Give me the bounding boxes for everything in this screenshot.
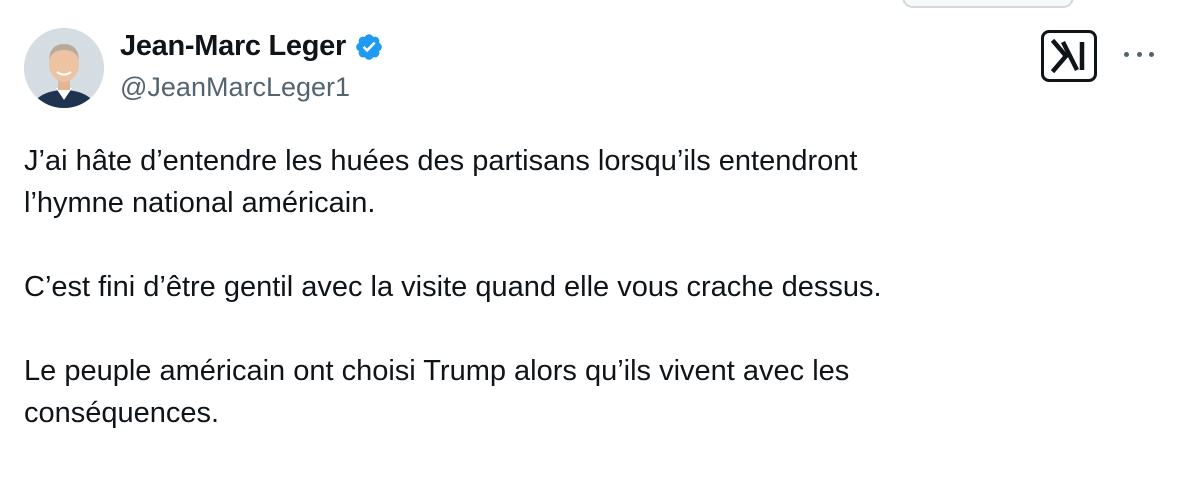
more-dot — [1136, 51, 1142, 57]
author-handle[interactable]: @JeanMarcLeger1 — [120, 72, 350, 103]
tweet-paragraph-3: Le peuple américain ont choisi Trump alo… — [24, 355, 850, 429]
top-partial-button[interactable] — [902, 0, 1074, 8]
more-dot — [1124, 51, 1129, 57]
more-options-icon[interactable] — [1124, 44, 1154, 64]
tweet-paragraph-1: J’ai hâte d’entendre les huées des parti… — [24, 145, 858, 219]
tweet-paragraph-2: C’est fini d’être gentil avec la visite … — [24, 271, 882, 303]
tweet-card: Jean-Marc Leger @JeanMarcLeger1 J’ai hât… — [0, 0, 1178, 492]
author-name-row[interactable]: Jean-Marc Leger — [120, 30, 384, 63]
avatar[interactable] — [24, 28, 104, 108]
more-dot — [1149, 51, 1154, 57]
verified-badge-icon[interactable] — [354, 32, 384, 62]
x-logo-icon[interactable] — [1041, 30, 1097, 82]
author-display-name[interactable]: Jean-Marc Leger — [120, 30, 346, 63]
tweet-text: J’ai hâte d’entendre les huées des parti… — [24, 140, 1144, 476]
